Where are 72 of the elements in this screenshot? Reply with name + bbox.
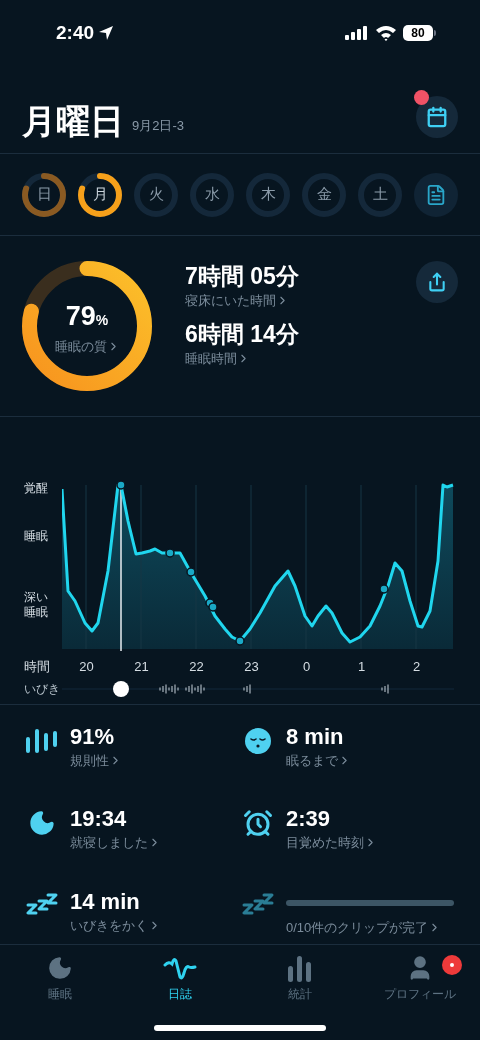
event-point — [379, 584, 389, 594]
day-button[interactable]: 水 — [190, 172, 234, 217]
day-button[interactable]: 土 — [358, 172, 402, 217]
snore-label: いびき — [24, 682, 61, 696]
day-button[interactable]: 木 — [246, 172, 290, 217]
tab[interactable]: 日誌 — [120, 953, 240, 1003]
metric-value: 8 min — [286, 722, 345, 751]
metric-link[interactable]: 就寝しました — [70, 833, 161, 853]
signal-icon — [345, 26, 369, 40]
hour-label: 21 — [133, 658, 150, 676]
axis-label: 睡眠 — [24, 529, 49, 544]
metric-value: 91% — [70, 722, 116, 751]
slider-handle[interactable] — [113, 681, 129, 697]
hour-label: 1 — [356, 658, 367, 676]
alarm-clock-icon — [243, 808, 273, 838]
hour-label: 23 — [243, 658, 260, 676]
snore-mark — [159, 684, 179, 694]
bar-chart-icon — [287, 954, 313, 982]
moon-icon — [28, 809, 56, 837]
day-button[interactable]: 金 — [302, 172, 346, 217]
share-icon — [427, 272, 447, 292]
duration-link[interactable]: 寝床にいた時間 — [185, 291, 289, 311]
event-point — [165, 548, 175, 558]
location-arrow-icon — [98, 25, 115, 41]
duration-value: 6時間 14分 — [185, 319, 300, 349]
moon-icon — [47, 955, 73, 981]
metric-value: 14 min — [70, 887, 141, 916]
event-point — [208, 602, 218, 612]
snore-mark — [243, 684, 251, 694]
wifi-icon — [375, 25, 397, 41]
document-icon — [425, 183, 447, 206]
metric-link[interactable]: 目覚めた時刻 — [286, 833, 377, 853]
wave-icon — [163, 955, 197, 981]
sleepy-face-icon — [244, 726, 272, 755]
hour-label: 0 — [301, 658, 312, 676]
duration-value: 7時間 05分 — [185, 262, 300, 291]
share-button[interactable] — [416, 261, 458, 303]
snore-mark — [185, 684, 205, 694]
tab[interactable]: 睡眠 — [0, 953, 120, 1003]
report-button[interactable] — [414, 172, 458, 217]
metric-link[interactable]: 規則性 — [70, 750, 122, 770]
calendar-button[interactable] — [416, 95, 458, 138]
axis-label: 覚醒 — [24, 481, 49, 496]
hour-label: 20 — [78, 658, 95, 676]
metric-value: 19:34 — [70, 805, 128, 833]
event-point — [186, 567, 196, 577]
hour-label: 22 — [188, 658, 205, 676]
event-point — [116, 480, 126, 490]
day-button[interactable]: 月 — [78, 172, 122, 217]
tab[interactable]: プロフィール — [360, 953, 480, 1003]
hour-label: 2 — [411, 658, 422, 676]
snore-mark — [381, 684, 389, 694]
page-title: 月曜日 — [22, 103, 124, 138]
metric-value: 2:39 — [286, 805, 332, 833]
day-button[interactable]: 火 — [134, 172, 178, 217]
calendar-icon — [426, 105, 448, 128]
quality-unit: % — [95, 312, 109, 330]
axis-label: 深い睡眠 — [24, 590, 49, 620]
metric-link[interactable]: 0/10件のクリップが完了 — [286, 917, 442, 937]
battery-icon: 80 — [403, 25, 436, 41]
axis-label: 時間 — [24, 658, 51, 676]
bars-icon — [26, 726, 58, 755]
duration-link[interactable]: 睡眠時間 — [185, 348, 250, 368]
tab[interactable]: 統計 — [240, 953, 360, 1003]
quality-link[interactable]: 睡眠の質 — [54, 336, 120, 356]
day-button[interactable]: 日 — [22, 172, 66, 217]
date-subtitle: 9月2日-3 — [132, 117, 185, 135]
event-point — [235, 636, 245, 646]
quality-value: 79 — [65, 300, 96, 333]
status-time: 2:40 — [56, 20, 95, 45]
metric-link[interactable]: 眠るまで — [286, 750, 351, 770]
metric-link[interactable]: いびきをかく — [70, 915, 161, 935]
